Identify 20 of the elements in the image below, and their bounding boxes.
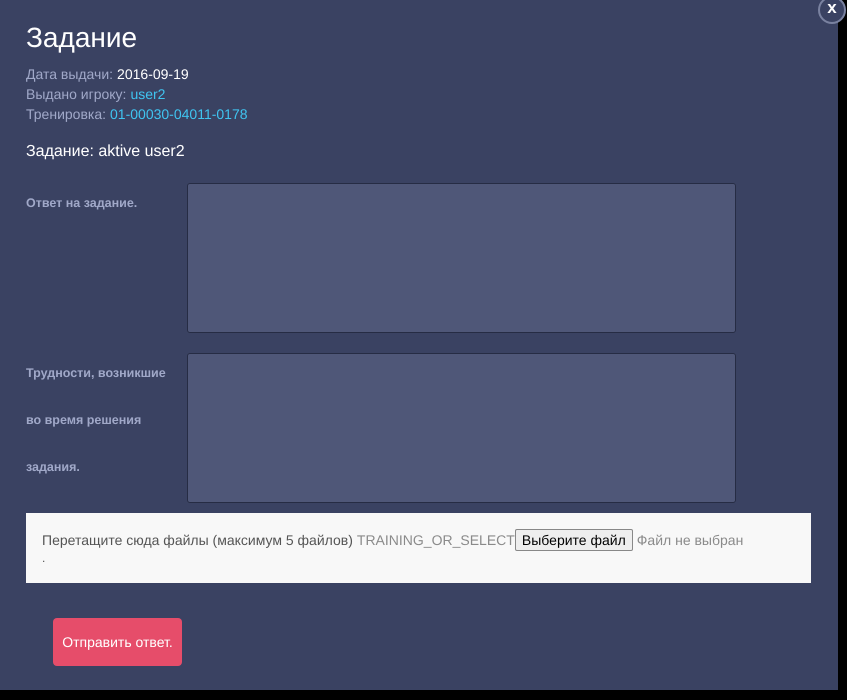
file-status: Файл не выбран: [636, 532, 744, 548]
dot-text: .: [42, 551, 46, 565]
value-link[interactable]: user2: [130, 86, 166, 102]
task-heading: Задание: aktive user2: [26, 142, 186, 162]
text-area[interactable]: [187, 353, 736, 503]
field-value: 2016-09-19: [117, 66, 189, 82]
field-label: Тренировка:: [26, 106, 106, 122]
close-button[interactable]: x: [818, 0, 846, 24]
drop-hint: Перетащите сюда файлы (максимум 5 файлов): [42, 532, 353, 548]
drop-zone[interactable]: Перетащите сюда файлы (максимум 5 файлов) TRAINING_OR_SELECT Выберите файл Файл не выбран .: [26, 513, 811, 583]
value-link[interactable]: 01-00030-04011-0178: [110, 106, 248, 122]
field-label: Выдано игроку:: [26, 86, 126, 102]
choose-file-button[interactable]: Выберите файл: [514, 529, 633, 551]
field-label: Ответ на задание.: [26, 195, 138, 212]
hidden-label: TRAINING_OR_SELECT: [356, 532, 515, 548]
dialog-title: Задание: [26, 21, 138, 55]
submit-button[interactable]: Отправить ответ.: [53, 618, 182, 666]
field-label: Дата выдачи:: [26, 66, 114, 82]
field-label: Трудности, возникшие во время решения задания.: [26, 365, 167, 476]
text-area[interactable]: [187, 183, 736, 333]
